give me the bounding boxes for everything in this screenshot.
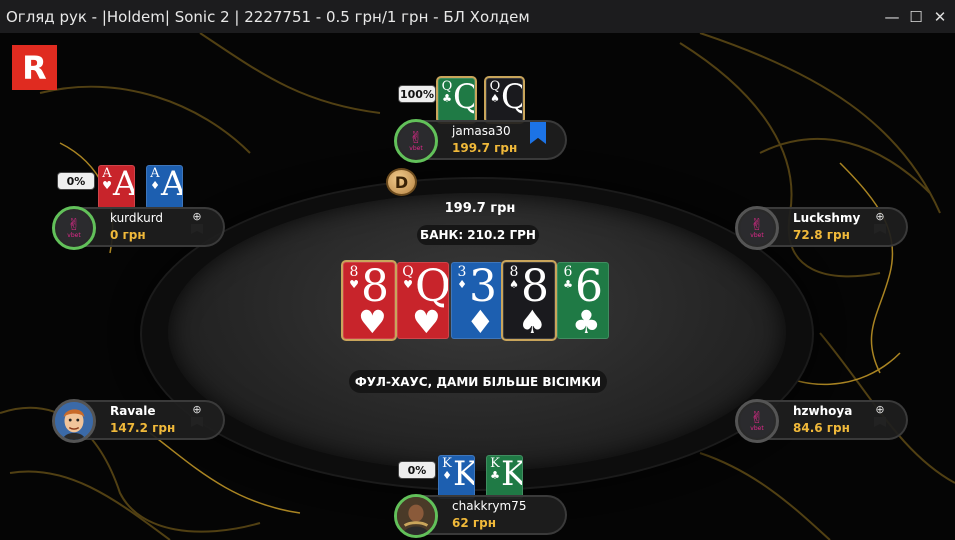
card-corner: A ♥ — [101, 167, 113, 191]
card-corner: 3 ♦ — [455, 265, 469, 291]
player-name: hzwhoya — [793, 404, 853, 418]
card-suit-small: ♠ — [490, 92, 500, 105]
poker-table-scene: R 199.7 грн БАНК: 210.2 ГРН 8 ♥ 8 ♥ Q ♥ Q ♥ 3 ♦… — [0, 33, 955, 540]
vbet-avatar-icon: ✌ vbet — [740, 404, 774, 438]
board-card-2: Q ♥ Q ♥ — [397, 262, 449, 339]
card-rank: Q — [501, 79, 522, 117]
card-corner: A ♦ — [149, 167, 161, 191]
player-avatar: ✌ vbet — [735, 206, 779, 250]
add-player-icon[interactable]: ⊕ — [872, 210, 888, 234]
player-stack: 199.7 грн — [452, 141, 518, 155]
card-suit-small: ♣ — [563, 278, 573, 291]
player-seat-chakkrym75[interactable]: chakkrym75 62 грн — [394, 494, 569, 538]
vbet-avatar-icon: ✌ vbet — [399, 124, 433, 158]
card-suit-icon: ♥ — [358, 303, 387, 339]
add-player-icon[interactable]: ⊕ — [189, 210, 205, 234]
player-stack: 84.6 грн — [793, 421, 850, 435]
hole-card-jamasa30-1: Q♣Q — [438, 78, 475, 122]
card-suit-small: ♦ — [150, 179, 160, 192]
card-suit-icon: ♣ — [572, 303, 601, 339]
card-corner: 6 ♣ — [561, 265, 575, 291]
hand-result-label: ФУЛ-ХАУС, ДАМИ БІЛЬШЕ ВІСІМКИ — [349, 370, 607, 393]
card-suit-small: ♦ — [442, 469, 452, 482]
minimize-button[interactable]: — — [881, 6, 903, 28]
card-suit-small: ♦ — [457, 278, 467, 291]
card-corner: Q ♥ — [401, 265, 415, 291]
add-player-icon[interactable]: ⊕ — [872, 403, 888, 427]
player-stack: 147.2 грн — [110, 421, 176, 435]
card-suit-small: ♠ — [509, 278, 519, 291]
player-name: kurdkurd — [110, 211, 164, 225]
player-avatar: ✌ vbet — [52, 206, 96, 250]
card-suit-icon: ♠ — [518, 303, 547, 339]
add-player-icon[interactable]: ⊕ — [189, 403, 205, 427]
vbet-avatar-icon: ✌ vbet — [740, 211, 774, 245]
photo-avatar-icon — [397, 497, 435, 535]
player-name: Ravale — [110, 404, 156, 418]
card-corner: 8 ♠ — [507, 265, 521, 291]
card-suit-small: ♥ — [102, 179, 112, 192]
window-title: Огляд рук - |Holdem| Sonic 2 | 2227751 -… — [6, 7, 530, 26]
player-seat-jamasa30[interactable]: ✌ vbet jamasa30 199.7 грн — [394, 119, 569, 163]
player-stack: 62 грн — [452, 516, 497, 530]
card-corner: K ♣ — [489, 457, 501, 481]
equity-badge-kurdkurd: 0% — [57, 172, 95, 190]
card-rank: K — [501, 456, 522, 494]
board-card-5: 6 ♣ 6 ♣ — [557, 262, 609, 339]
player-seat-kurdkurd[interactable]: ✌ vbet kurdkurd 0 грн ⊕ — [52, 206, 227, 250]
card-rank: Q — [453, 79, 474, 117]
pot-amount: 199.7 грн — [444, 201, 516, 216]
card-rank: A — [161, 166, 182, 204]
card-corner: Q ♠ — [489, 80, 501, 104]
card-corner: 8 ♥ — [347, 265, 361, 291]
hole-card-kurdkurd-2: A♦A — [146, 165, 183, 209]
window-titlebar: Огляд рук - |Holdem| Sonic 2 | 2227751 -… — [0, 0, 955, 33]
board-card-3: 3 ♦ 3 ♦ — [451, 262, 503, 339]
player-stack: 72.8 грн — [793, 228, 850, 242]
card-suit-small: ♣ — [490, 469, 500, 482]
player-seat-Ravale[interactable]: Ravale 147.2 грн ⊕ — [52, 399, 227, 443]
card-corner: Q ♣ — [441, 80, 453, 104]
hole-card-chakkrym75-2: K♣K — [486, 455, 523, 499]
card-suit-small: ♥ — [403, 278, 413, 291]
close-button[interactable]: ✕ — [929, 6, 951, 28]
player-avatar: ✌ vbet — [394, 119, 438, 163]
player-name: jamasa30 — [452, 124, 511, 138]
card-rank: K — [453, 456, 474, 494]
equity-badge-chakkrym75: 0% — [398, 461, 436, 479]
player-seat-Luckshmy[interactable]: ✌ vbet Luckshmy 72.8 грн ⊕ — [735, 206, 910, 250]
hole-card-chakkrym75-1: K♦K — [438, 455, 475, 499]
cartoon-face-avatar-icon — [55, 402, 93, 440]
equity-badge-jamasa30: 100% — [398, 85, 436, 103]
player-stack: 0 грн — [110, 228, 146, 242]
hole-card-kurdkurd-1: A♥A — [98, 165, 135, 209]
player-seat-hzwhoya[interactable]: ✌ vbet hzwhoya 84.6 грн ⊕ — [735, 399, 910, 443]
app-logo: R — [12, 45, 57, 90]
player-avatar — [52, 399, 96, 443]
board-card-4: 8 ♠ 8 ♠ — [503, 262, 555, 339]
player-name: chakkrym75 — [452, 499, 527, 513]
card-rank: A — [113, 166, 134, 204]
card-suit-icon: ♥ — [412, 303, 441, 339]
player-name: Luckshmy — [793, 211, 861, 225]
vbet-avatar-icon: ✌ vbet — [57, 211, 91, 245]
dealer-button: D — [386, 168, 417, 196]
bank-total: БАНК: 210.2 ГРН — [417, 225, 539, 245]
card-corner: K ♦ — [441, 457, 453, 481]
player-avatar: ✌ vbet — [735, 399, 779, 443]
maximize-button[interactable]: ☐ — [905, 6, 927, 28]
card-suit-small: ♣ — [442, 92, 452, 105]
card-suit-icon: ♦ — [466, 303, 495, 339]
card-suit-small: ♥ — [349, 278, 359, 291]
player-avatar — [394, 494, 438, 538]
board-card-1: 8 ♥ 8 ♥ — [343, 262, 395, 339]
hole-card-jamasa30-2: Q♠Q — [486, 78, 523, 122]
